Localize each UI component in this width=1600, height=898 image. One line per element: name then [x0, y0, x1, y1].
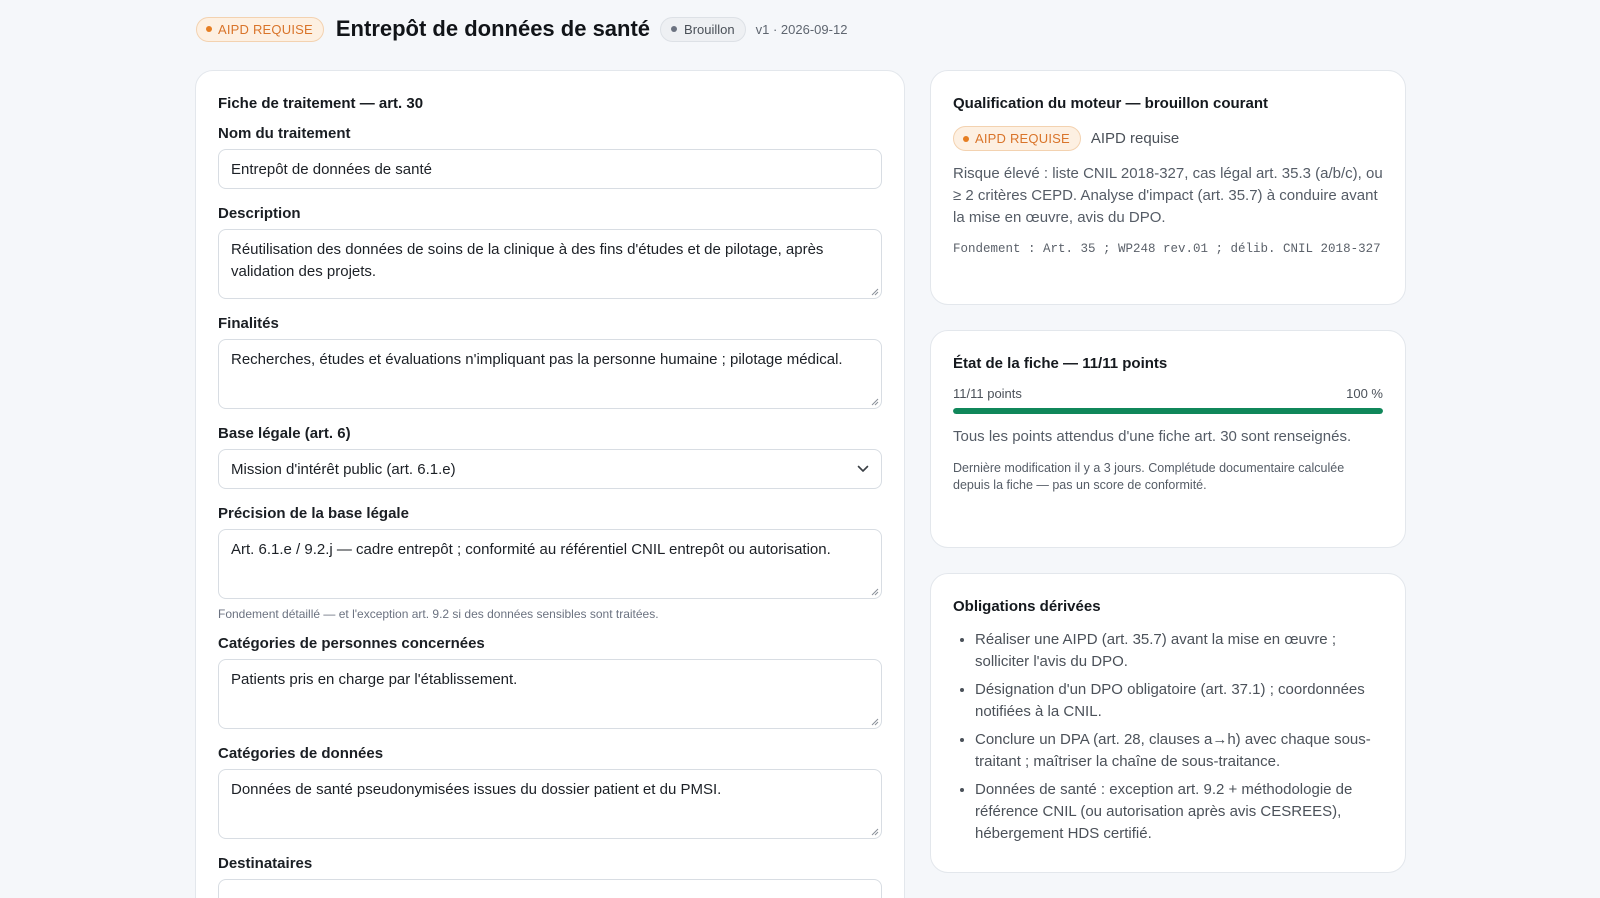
- legal-basis-value: Mission d'intérêt public (art. 6.1.e): [231, 460, 456, 478]
- processing-record-form: Fiche de traitement — art. 30 Nom du tra…: [195, 70, 905, 898]
- obligation-item: Désignation d'un DPO obligatoire (art. 3…: [975, 679, 1383, 723]
- purposes-value: Recherches, études et évaluations n'impl…: [231, 351, 843, 368]
- resize-handle-icon[interactable]: [870, 587, 879, 596]
- resize-handle-icon[interactable]: [870, 827, 879, 836]
- warning-dot-icon: [963, 135, 969, 142]
- status-badge: Brouillon: [660, 16, 746, 42]
- resize-handle-icon[interactable]: [870, 397, 879, 406]
- legal-basis-field-label: Base légale (art. 6): [218, 425, 351, 442]
- resize-handle-icon[interactable]: [870, 287, 879, 296]
- legal-basis-precision-textarea[interactable]: Art. 6.1.e / 9.2.j — cadre entrepôt ; co…: [218, 529, 882, 599]
- qualification-result: AIPD REQUISE AIPD requise: [953, 126, 1383, 151]
- points-label: 11/11 points: [953, 386, 1022, 401]
- status-badge-label: Brouillon: [684, 21, 735, 37]
- data-categories-value: Données de santé pseudonymisées issues d…: [231, 781, 722, 798]
- obligations-card: Obligations dérivées Réaliser une AIPD (…: [930, 573, 1406, 873]
- page-title: Entrepôt de données de santé: [335, 16, 651, 41]
- qualification-badge-label: AIPD REQUISE: [975, 131, 1070, 146]
- state-note: Dernière modification il y a 3 jours. Co…: [953, 461, 1345, 492]
- legal-basis-precision-label: Précision de la base légale: [218, 505, 409, 522]
- state-title: État de la fiche — 11/11 points: [953, 355, 1168, 372]
- data-subjects-textarea[interactable]: Patients pris en charge par l'établissem…: [218, 659, 882, 729]
- percent-label: 100 %: [1346, 386, 1383, 401]
- obligations-title: Obligations dérivées: [953, 598, 1101, 615]
- obligation-item: Données de santé : exception art. 9.2 + …: [975, 779, 1383, 845]
- legal-basis-precision-value: Art. 6.1.e / 9.2.j — cadre entrepôt ; co…: [231, 541, 831, 558]
- progress-fill: [953, 408, 1383, 414]
- page-header: AIPD REQUISE Entrepôt de données de sant…: [196, 14, 847, 44]
- form-section-title: Fiche de traitement — art. 30: [218, 95, 424, 112]
- data-categories-textarea[interactable]: Données de santé pseudonymisées issues d…: [218, 769, 882, 839]
- chevron-down-icon: [857, 465, 869, 472]
- version-label: v1 · 2026-09-12: [755, 21, 848, 37]
- qualification-badge: AIPD REQUISE: [953, 126, 1081, 151]
- data-subjects-field-label: Catégories de personnes concernées: [218, 635, 485, 652]
- recipients-input[interactable]: [218, 879, 882, 898]
- description-value: Réutilisation des données de soins de la…: [231, 241, 824, 280]
- obligations-list: Réaliser une AIPD (art. 35.7) avant la m…: [953, 629, 1383, 845]
- legal-basis-help-text: Fondement détaillé — et l'exception art.…: [218, 607, 659, 621]
- name-input[interactable]: Entrepôt de données de santé: [218, 149, 882, 189]
- obligation-item: Réaliser une AIPD (art. 35.7) avant la m…: [975, 629, 1383, 673]
- qualification-card: Qualification du moteur — brouillon cour…: [930, 70, 1406, 305]
- purposes-textarea[interactable]: Recherches, études et évaluations n'impl…: [218, 339, 882, 409]
- progress-bar: [953, 408, 1383, 414]
- resize-handle-icon[interactable]: [870, 717, 879, 726]
- data-categories-field-label: Catégories de données: [218, 745, 384, 762]
- qualification-title: Qualification du moteur — brouillon cour…: [953, 95, 1268, 112]
- warning-dot-icon: [206, 26, 212, 32]
- purposes-field-label: Finalités: [218, 315, 279, 332]
- progress-header: 11/11 points 100 %: [953, 386, 1383, 401]
- legal-basis-select[interactable]: Mission d'intérêt public (art. 6.1.e): [218, 449, 882, 489]
- obligation-item: Conclure un DPA (art. 28, clauses a→h) a…: [975, 729, 1383, 773]
- status-dot-icon: [671, 26, 678, 32]
- name-field-label: Nom du traitement: [218, 125, 351, 142]
- record-state-card: État de la fiche — 11/11 points 11/11 po…: [930, 330, 1406, 548]
- description-textarea[interactable]: Réutilisation des données de soins de la…: [218, 229, 882, 299]
- qualification-text: Risque élevé : liste CNIL 2018-327, cas …: [953, 165, 1383, 226]
- state-text: Tous les points attendus d'une fiche art…: [953, 428, 1352, 445]
- name-input-value: Entrepôt de données de santé: [231, 160, 432, 178]
- recipients-field-label: Destinataires: [218, 855, 313, 872]
- qualification-basis: Fondement : Art. 35 ; WP248 rev.01 ; dél…: [953, 242, 1381, 256]
- data-subjects-value: Patients pris en charge par l'établissem…: [231, 671, 518, 688]
- qualification-label: AIPD requise: [1090, 130, 1180, 147]
- aipd-badge: AIPD REQUISE: [196, 16, 324, 42]
- aipd-badge-label: AIPD REQUISE: [218, 21, 313, 37]
- description-field-label: Description: [218, 205, 301, 222]
